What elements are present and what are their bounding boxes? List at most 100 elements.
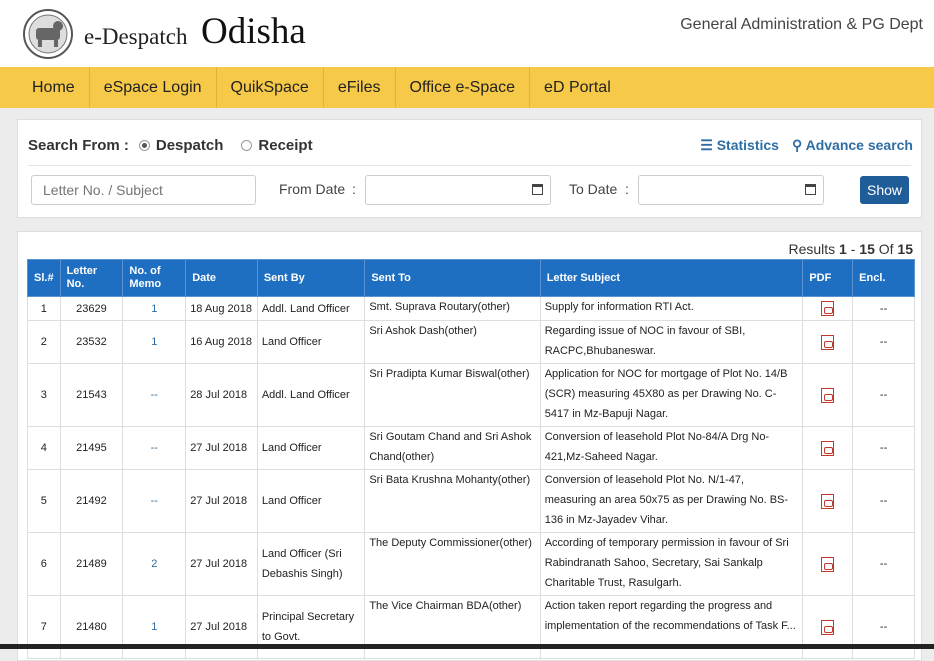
nav-efiles[interactable]: eFiles xyxy=(324,67,396,108)
cell-pdf xyxy=(802,363,854,427)
pdf-icon[interactable] xyxy=(821,556,835,572)
cell-date: 27 Jul 2018 xyxy=(185,426,258,470)
to-date-colon: : xyxy=(625,181,629,197)
cell-sent-to: Sri Ashok Dash(other) xyxy=(364,320,541,364)
table-row: 4 21495 -- 27 Jul 2018 Land Officer Sri Gouta… xyxy=(27,426,915,470)
statistics-label[interactable]: Statistics xyxy=(717,137,779,153)
cell-memo[interactable]: 1 xyxy=(122,595,187,659)
brand-title: Odisha xyxy=(201,11,306,52)
to-date-input[interactable] xyxy=(638,175,824,205)
col-encl: Encl. xyxy=(852,259,915,297)
memo-link[interactable]: 2 xyxy=(151,558,157,570)
cell-pdf xyxy=(802,426,854,470)
cell-encl: -- xyxy=(852,363,915,427)
cell-subject: Conversion of leasehold Plot No-84/A Drg… xyxy=(539,426,804,470)
cell-subject: Supply for information RTI Act. xyxy=(539,296,804,321)
pdf-icon[interactable] xyxy=(821,334,835,350)
department-name: General Administration & PG Dept xyxy=(680,16,923,33)
pdf-icon[interactable] xyxy=(821,619,835,635)
col-date: Date xyxy=(185,259,258,297)
cell-sl: 4 xyxy=(27,426,61,470)
cell-encl: -- xyxy=(852,296,915,321)
search-from-group: Search From : Despatch Receipt xyxy=(28,137,313,154)
cell-date: 27 Jul 2018 xyxy=(185,595,258,659)
cell-memo[interactable]: 2 xyxy=(122,532,187,596)
nav-home[interactable]: Home xyxy=(18,67,90,108)
cell-pdf xyxy=(802,469,854,533)
table-row: 7 21480 1 27 Jul 2018 Principal Secretary to… xyxy=(27,595,915,659)
radio-receipt-label[interactable]: Receipt xyxy=(258,137,312,154)
cell-sent-by: Addl. Land Officer xyxy=(256,363,366,427)
cell-sent-by: Land Officer xyxy=(256,320,366,364)
window-bottom-edge xyxy=(0,644,934,649)
cell-sent-to: Sri Bata Krushna Mohanty(other) xyxy=(364,469,541,533)
cell-sent-by: Principal Secretary to Govt. xyxy=(256,595,366,659)
advance-search-label[interactable]: Advance search xyxy=(806,137,913,153)
cell-memo[interactable]: -- xyxy=(122,363,187,427)
nav-office-espace[interactable]: Office e-Space xyxy=(396,67,531,108)
radio-despatch-label[interactable]: Despatch xyxy=(156,137,224,154)
radio-receipt[interactable] xyxy=(241,140,253,151)
cell-encl: -- xyxy=(852,532,915,596)
col-letter-no: Letter No. xyxy=(59,259,124,297)
from-date-input[interactable] xyxy=(365,175,551,205)
cell-letter-no: 21492 xyxy=(59,469,124,533)
cell-sent-to: Smt. Suprava Routary(other) xyxy=(364,296,541,321)
calendar-icon[interactable] xyxy=(532,184,543,195)
cell-letter-no: 21543 xyxy=(59,363,124,427)
col-memo: No. of Memo xyxy=(122,259,187,297)
cell-date: 28 Jul 2018 xyxy=(185,363,258,427)
cell-memo[interactable]: -- xyxy=(122,426,187,470)
results-dash: - xyxy=(850,241,856,257)
cell-memo[interactable]: 1 xyxy=(122,296,187,321)
cell-pdf xyxy=(802,296,854,321)
statistics-link[interactable]: ☰ Statistics xyxy=(700,137,779,154)
results-count: Results 1 - 15 Of 15 xyxy=(788,241,913,257)
cell-sent-by: Land Officer xyxy=(256,426,366,470)
memo-link[interactable]: 1 xyxy=(151,303,157,315)
advance-search-link[interactable]: ⚲ Advance search xyxy=(792,137,913,154)
nav-quikspace[interactable]: QuikSpace xyxy=(217,67,324,108)
cell-pdf xyxy=(802,595,854,659)
col-sl: Sl.# xyxy=(27,259,61,297)
cell-encl: -- xyxy=(852,595,915,659)
pdf-icon[interactable] xyxy=(821,387,835,403)
memo-link[interactable]: 1 xyxy=(151,336,157,348)
nav-espace-login[interactable]: eSpace Login xyxy=(90,67,217,108)
cell-memo[interactable]: -- xyxy=(122,469,187,533)
cell-sent-by: Land Officer (Sri Debashis Singh) xyxy=(256,532,366,596)
nav-ed-portal[interactable]: eD Portal xyxy=(530,67,625,108)
search-panel: Search From : Despatch Receipt ☰ Statist… xyxy=(17,119,922,218)
search-links: ☰ Statistics ⚲ Advance search xyxy=(700,137,913,154)
table-row: 3 21543 -- 28 Jul 2018 Addl. Land Officer Sri… xyxy=(27,363,915,427)
cell-sl: 2 xyxy=(27,320,61,364)
cell-subject: Action taken report regarding the progre… xyxy=(539,595,804,659)
show-button[interactable]: Show xyxy=(860,176,909,204)
table-row: 6 21489 2 27 Jul 2018 Land Officer (Sri Deba… xyxy=(27,532,915,596)
search-icon: ⚲ xyxy=(791,137,806,153)
col-subject: Letter Subject xyxy=(539,259,804,297)
results-panel: Results 1 - 15 Of 15 Sl.# Letter No. No.… xyxy=(17,231,922,661)
cell-letter-no: 21495 xyxy=(59,426,124,470)
cell-memo[interactable]: 1 xyxy=(122,320,187,364)
letter-search-input[interactable] xyxy=(31,175,256,205)
pdf-icon[interactable] xyxy=(821,440,835,456)
pdf-icon[interactable] xyxy=(821,301,835,317)
results-to: 15 xyxy=(859,241,875,257)
brand-prefix: e-Despatch xyxy=(84,24,188,49)
despatch-table: Sl.# Letter No. No. of Memo Date Sent By… xyxy=(27,259,915,659)
cell-sent-by: Addl. Land Officer xyxy=(256,296,366,321)
cell-subject: Regarding issue of NOC in favour of SBI,… xyxy=(539,320,804,364)
pdf-icon[interactable] xyxy=(821,493,835,509)
cell-sl: 1 xyxy=(27,296,61,321)
cell-date: 16 Aug 2018 xyxy=(185,320,258,364)
main-nav: Home eSpace Login QuikSpace eFiles Offic… xyxy=(0,67,934,108)
memo-link[interactable]: 1 xyxy=(151,621,157,633)
from-date-colon: : xyxy=(352,181,356,197)
table-row: 5 21492 -- 27 Jul 2018 Land Officer Sri Bata … xyxy=(27,469,915,533)
radio-despatch[interactable] xyxy=(138,140,150,151)
results-total: 15 xyxy=(897,241,913,257)
calendar-icon[interactable] xyxy=(805,184,816,195)
cell-pdf xyxy=(802,532,854,596)
col-sent-to: Sent To xyxy=(364,259,541,297)
